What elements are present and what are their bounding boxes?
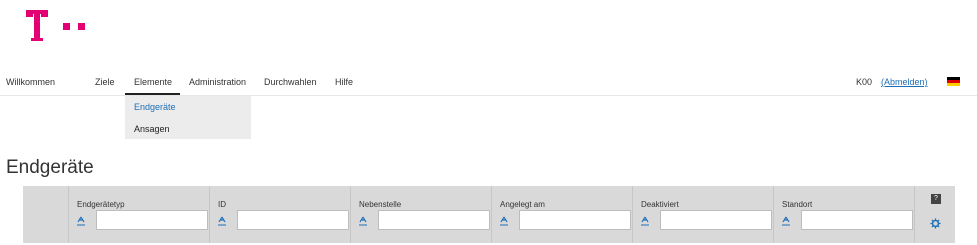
nav-item-ziele[interactable]: Ziele bbox=[95, 77, 115, 87]
dropdown-item-ansagen[interactable]: Ansagen bbox=[134, 124, 170, 134]
sort-icon[interactable] bbox=[358, 216, 368, 226]
filter-input-nebenstelle[interactable] bbox=[378, 210, 490, 230]
nav-item-willkommen[interactable]: Willkommen bbox=[6, 77, 55, 87]
nav-item-administration[interactable]: Administration bbox=[189, 77, 246, 87]
help-icon[interactable]: ? bbox=[931, 194, 941, 204]
sort-icon[interactable] bbox=[499, 216, 509, 226]
filter-input-id[interactable] bbox=[237, 210, 349, 230]
sort-icon[interactable] bbox=[217, 216, 227, 226]
column-label: Deaktiviert bbox=[641, 200, 679, 209]
telekom-logo[interactable] bbox=[26, 10, 96, 44]
sort-icon[interactable] bbox=[781, 216, 791, 226]
nav-item-elemente[interactable]: Elemente bbox=[134, 77, 172, 87]
filter-input-standort[interactable] bbox=[801, 210, 913, 230]
gear-icon[interactable] bbox=[930, 218, 941, 229]
dropdown-item-endgeraete[interactable]: Endgeräte bbox=[134, 102, 176, 112]
column-deaktiviert: Deaktiviert bbox=[632, 186, 774, 243]
filter-input-endgeraetetyp[interactable] bbox=[96, 210, 208, 230]
grid-header: Endgerätetyp ID Nebenstelle Angelegt am bbox=[23, 186, 955, 243]
column-label: Angelegt am bbox=[500, 200, 545, 209]
column-angelegt-am: Angelegt am bbox=[491, 186, 633, 243]
column-standort: Standort bbox=[773, 186, 915, 243]
column-label: Standort bbox=[782, 200, 813, 209]
sort-icon[interactable] bbox=[76, 216, 86, 226]
column-endgeraetetyp: Endgerätetyp bbox=[68, 186, 210, 243]
page-title: Endgeräte bbox=[6, 157, 94, 178]
logout-link[interactable]: (Abmelden) bbox=[881, 77, 928, 87]
column-nebenstelle: Nebenstelle bbox=[350, 186, 492, 243]
user-code: K00 bbox=[856, 77, 873, 87]
filter-input-angelegt-am[interactable] bbox=[519, 210, 631, 230]
sort-icon[interactable] bbox=[640, 216, 650, 226]
nav-item-durchwahlen[interactable]: Durchwahlen bbox=[264, 77, 317, 87]
column-label: Endgerätetyp bbox=[77, 200, 125, 209]
nav-item-hilfe[interactable]: Hilfe bbox=[335, 77, 353, 87]
filter-input-deaktiviert[interactable] bbox=[660, 210, 772, 230]
column-label: ID bbox=[218, 200, 226, 209]
column-label: Nebenstelle bbox=[359, 200, 402, 209]
column-id: ID bbox=[209, 186, 351, 243]
german-flag-icon[interactable] bbox=[947, 77, 960, 86]
elemente-dropdown-menu: Endgeräte Ansagen bbox=[125, 96, 251, 139]
